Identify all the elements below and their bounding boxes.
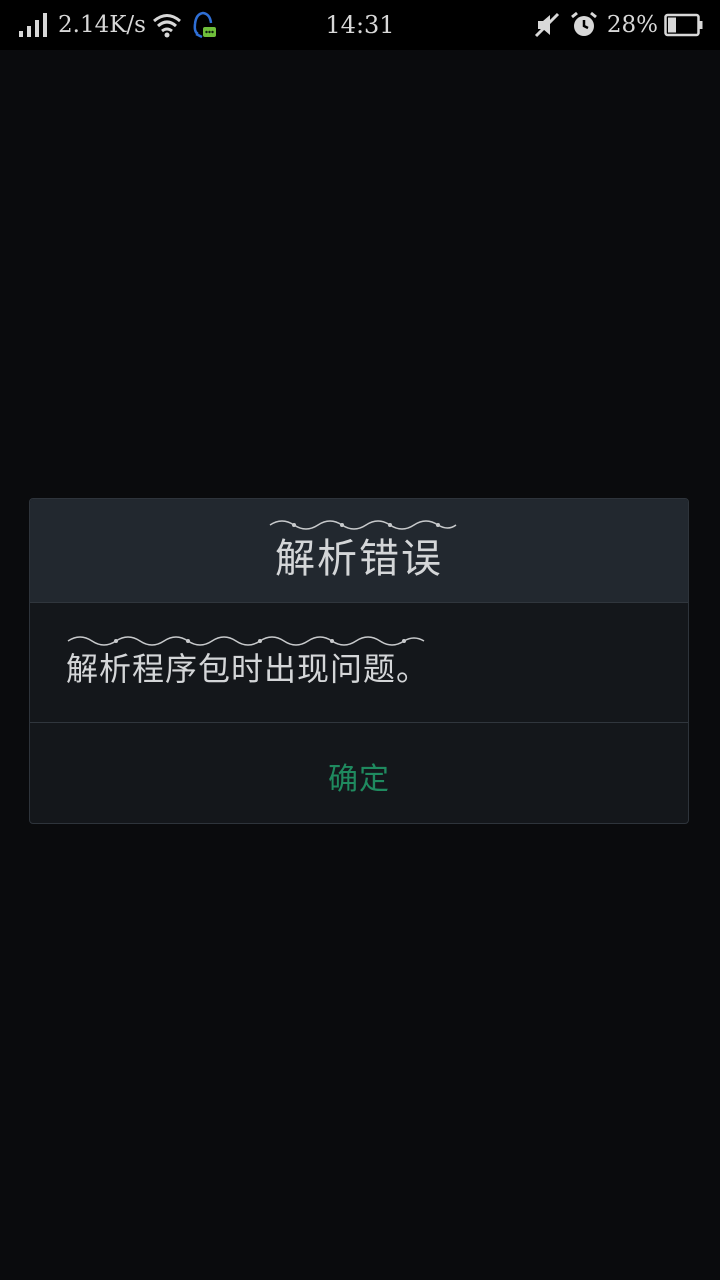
battery-percent: 28% xyxy=(606,12,658,38)
dialog-title: 解析错误 xyxy=(275,535,443,582)
confirm-button[interactable]: 确定 xyxy=(328,754,390,798)
status-bar: 2.14K/s 14:31 28% xyxy=(0,0,720,50)
dialog-header: 解析错误 xyxy=(30,499,688,603)
screen: 2.14K/s 14:31 28% 解析错误 解析程序包时出现问题。 确定 xyxy=(0,0,720,1280)
dialog-footer[interactable]: 确定 xyxy=(30,723,688,823)
dialog-message: 解析程序包时出现问题。 xyxy=(66,649,430,688)
dialog-body: 解析程序包时出现问题。 xyxy=(30,603,688,723)
error-dialog: 解析错误 解析程序包时出现问题。 确定 xyxy=(29,498,689,824)
mute-icon xyxy=(533,11,561,39)
battery-icon xyxy=(664,13,704,37)
alarm-icon xyxy=(569,10,599,40)
status-bar-right: 28% xyxy=(533,0,704,50)
